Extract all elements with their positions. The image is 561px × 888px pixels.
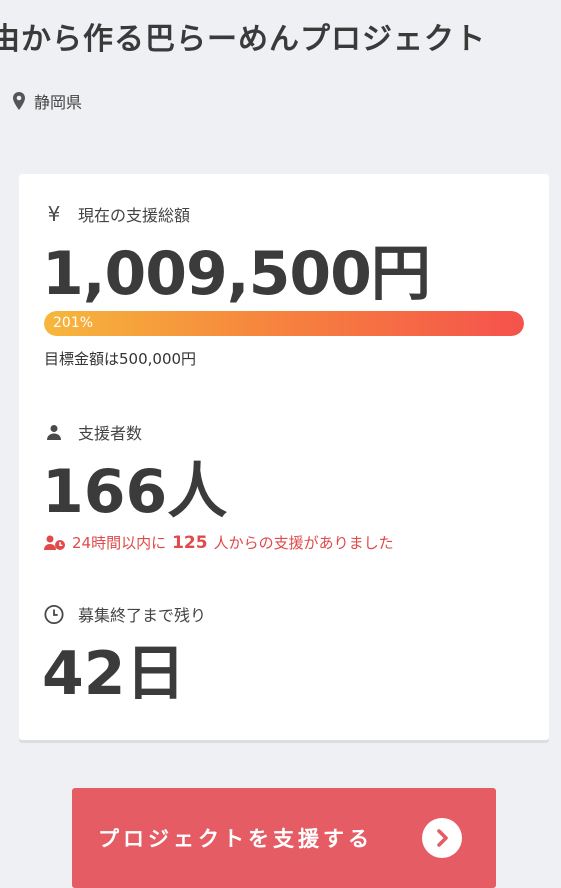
support-project-button[interactable]: プロジェクトを支援する — [72, 788, 496, 888]
recent-prefix: 24時間以内に — [72, 534, 167, 552]
amount-label: 現在の支援総額 — [78, 206, 191, 225]
map-pin-icon — [13, 92, 25, 110]
funding-progress-bar: 201% — [44, 311, 524, 336]
recent-suffix: 人からの支援がありました — [213, 534, 394, 552]
recent-support-note: 24時間以内に 125 人からの支援がありました — [44, 532, 394, 553]
remaining-value: 42日 — [42, 639, 186, 709]
remaining-label-row: 募集終了まで残り — [44, 602, 206, 626]
funding-summary-card: ¥ 現在の支援総額 1,009,500円 201% 目標金額は500,000円 … — [19, 174, 549, 740]
location-label: 静岡県 — [34, 93, 83, 112]
recent-count: 125 — [172, 532, 208, 553]
amount-label-row: ¥ 現在の支援総額 — [44, 202, 190, 226]
project-title: 由から作る巴らーめんプロジェクト — [0, 22, 486, 57]
yen-icon: ¥ — [47, 202, 61, 226]
person-clock-icon — [44, 535, 65, 550]
remaining-label: 募集終了まで残り — [78, 606, 207, 625]
support-project-label: プロジェクトを支援する — [98, 827, 373, 851]
amount-value: 1,009,500円 — [42, 239, 431, 309]
supporters-label-row: 支援者数 — [44, 420, 142, 444]
supporters-label: 支援者数 — [78, 424, 143, 443]
progress-fill — [44, 311, 524, 336]
supporters-value: 166人 — [42, 457, 228, 527]
clock-icon — [44, 604, 64, 624]
person-icon — [44, 422, 64, 442]
project-location: 静岡県 — [12, 89, 82, 113]
progress-percent: 201% — [53, 315, 94, 331]
chevron-right-icon — [422, 818, 462, 858]
goal-amount: 目標金額は500,000円 — [44, 350, 197, 368]
